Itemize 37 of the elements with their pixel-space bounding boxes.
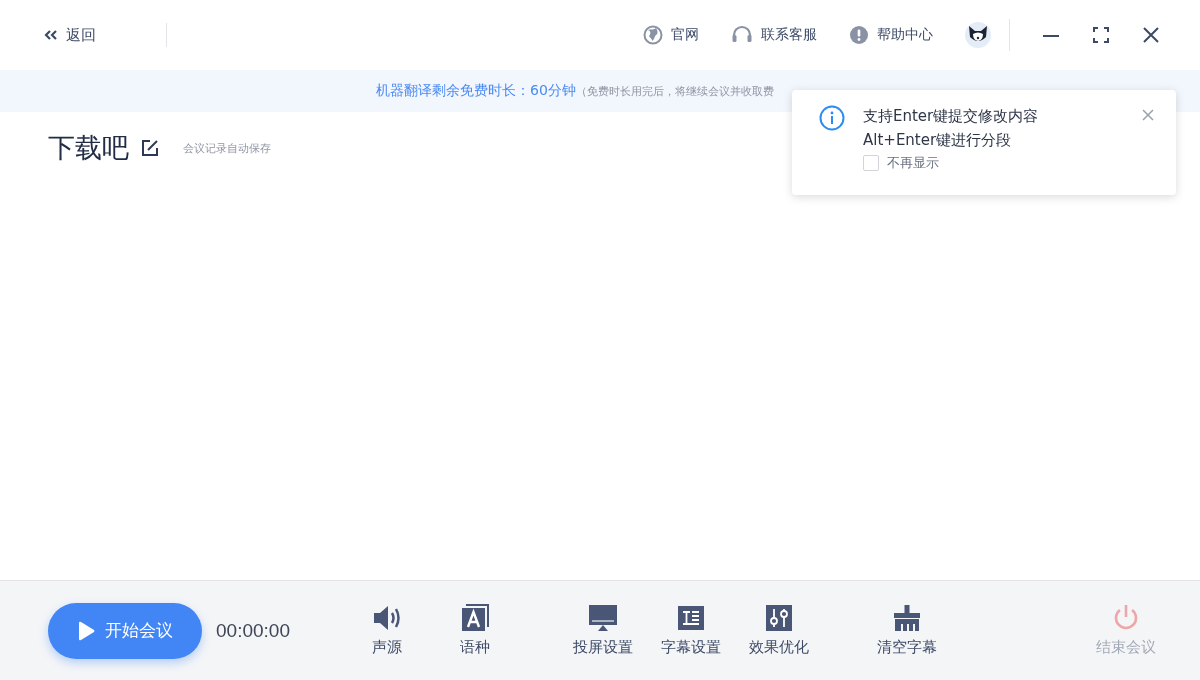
autosave-note: 会议记录自动保存 <box>183 140 271 156</box>
header-link[interactable]: 官网 <box>643 25 699 45</box>
start-meeting-button[interactable]: 开始会议 <box>48 602 202 659</box>
avatar-icon[interactable] <box>965 22 991 48</box>
header-link[interactable]: 帮助中心 <box>849 25 933 45</box>
banner-note: （免费时长用完后，将继续会议并收取费 <box>575 83 774 99</box>
toolbar-button[interactable]: 投屏设置 <box>558 604 647 657</box>
tip-text: 支持Enter键提交修改内容 <box>863 106 1040 127</box>
play-icon <box>77 620 95 641</box>
toolbar-button[interactable]: 清空字幕 <box>862 604 951 657</box>
banner-text: 机器翻译剩余免费时长：60分钟 <box>376 82 576 100</box>
timer: 00:00:00 <box>216 619 290 642</box>
document-title: 下载吧 <box>48 131 129 165</box>
alert-icon <box>849 25 869 45</box>
broom-icon <box>891 604 922 632</box>
close-icon <box>1142 26 1160 44</box>
globe-icon <box>643 25 663 45</box>
subtitles-icon <box>675 604 706 632</box>
header-link[interactable]: 联系客服 <box>731 25 817 45</box>
sliders-icon <box>763 604 794 632</box>
dont-show-checkbox[interactable]: 不再显示 <box>863 154 1142 172</box>
close-icon[interactable] <box>1142 109 1156 123</box>
speaker-icon <box>371 604 402 632</box>
edit-icon[interactable] <box>141 139 159 157</box>
monitor-icon <box>587 604 618 632</box>
double-chevron-icon <box>44 29 58 41</box>
letter-box-icon <box>459 604 490 632</box>
maximize-icon <box>1092 26 1110 44</box>
tip-text: Alt+Enter键进行分段 <box>863 130 1013 151</box>
headset-icon <box>731 25 753 45</box>
minimize-icon <box>1042 35 1060 37</box>
toolbar-button[interactable]: 语种 <box>430 604 519 657</box>
info-icon <box>819 105 845 131</box>
toolbar-button[interactable]: 声源 <box>342 604 431 657</box>
toolbar-button[interactable]: 效果优化 <box>734 604 823 657</box>
back-button[interactable]: 返回 <box>44 25 96 45</box>
toolbar-button[interactable]: 字幕设置 <box>646 604 735 657</box>
